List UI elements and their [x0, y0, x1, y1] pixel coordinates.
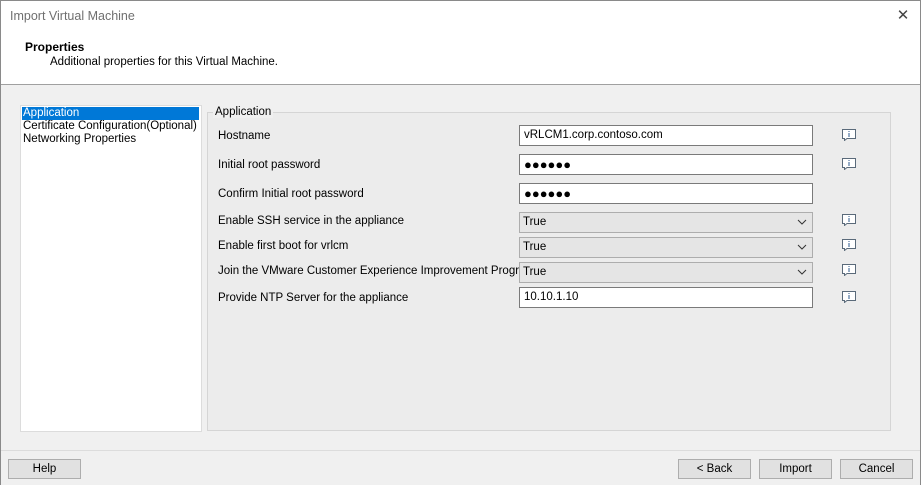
- first-boot-label: Enable first boot for vrlcm: [218, 240, 349, 252]
- dialog-footer: Help < Back Import Cancel: [1, 450, 920, 485]
- nav-item-certificate-configuration[interactable]: Certificate Configuration(Optional): [22, 120, 198, 133]
- ntp-label: Provide NTP Server for the appliance: [218, 292, 409, 304]
- ssh-select-value: True: [523, 216, 547, 228]
- info-icon[interactable]: [842, 291, 856, 303]
- ceip-label: Join the VMware Customer Experience Impr…: [218, 265, 536, 277]
- title-bar: Import Virtual Machine ✕: [1, 1, 920, 32]
- properties-nav-list: Application Certificate Configuration(Op…: [20, 105, 202, 432]
- groupbox-title: Application: [213, 106, 274, 118]
- root-password-input[interactable]: ●●●●●●: [519, 154, 813, 175]
- nav-item-application[interactable]: Application: [22, 107, 199, 120]
- ceip-select[interactable]: True: [519, 262, 813, 283]
- first-boot-select[interactable]: True: [519, 237, 813, 258]
- back-button[interactable]: < Back: [678, 459, 751, 479]
- ssh-select[interactable]: True: [519, 212, 813, 233]
- info-icon[interactable]: [842, 129, 856, 141]
- hostname-input[interactable]: vRLCM1.corp.contoso.com: [519, 125, 813, 146]
- page-subtitle: Additional properties for this Virtual M…: [50, 56, 278, 68]
- page-title: Properties: [25, 40, 85, 54]
- confirm-password-label: Confirm Initial root password: [218, 188, 364, 200]
- info-icon[interactable]: [842, 239, 856, 251]
- info-icon[interactable]: [842, 264, 856, 276]
- dialog-header: Properties Additional properties for thi…: [1, 32, 920, 85]
- cancel-button[interactable]: Cancel: [840, 459, 913, 479]
- chevron-down-icon: [797, 244, 807, 250]
- chevron-down-icon: [797, 269, 807, 275]
- help-button[interactable]: Help: [8, 459, 81, 479]
- confirm-password-input[interactable]: ●●●●●●: [519, 183, 813, 204]
- close-icon[interactable]: ✕: [892, 5, 914, 27]
- first-boot-select-value: True: [523, 241, 547, 253]
- import-vm-dialog: Import Virtual Machine ✕ Properties Addi…: [0, 0, 921, 485]
- chevron-down-icon: [797, 219, 807, 225]
- info-icon[interactable]: [842, 158, 856, 170]
- ceip-select-value: True: [523, 266, 547, 278]
- ssh-label: Enable SSH service in the appliance: [218, 215, 405, 227]
- import-button[interactable]: Import: [759, 459, 832, 479]
- info-icon[interactable]: [842, 214, 856, 226]
- ntp-server-input[interactable]: 10.10.1.10: [519, 287, 813, 308]
- root-password-label: Initial root password: [218, 159, 321, 171]
- nav-item-networking-properties[interactable]: Networking Properties: [22, 133, 137, 146]
- window-title: Import Virtual Machine: [10, 9, 135, 23]
- hostname-label: Hostname: [218, 130, 271, 142]
